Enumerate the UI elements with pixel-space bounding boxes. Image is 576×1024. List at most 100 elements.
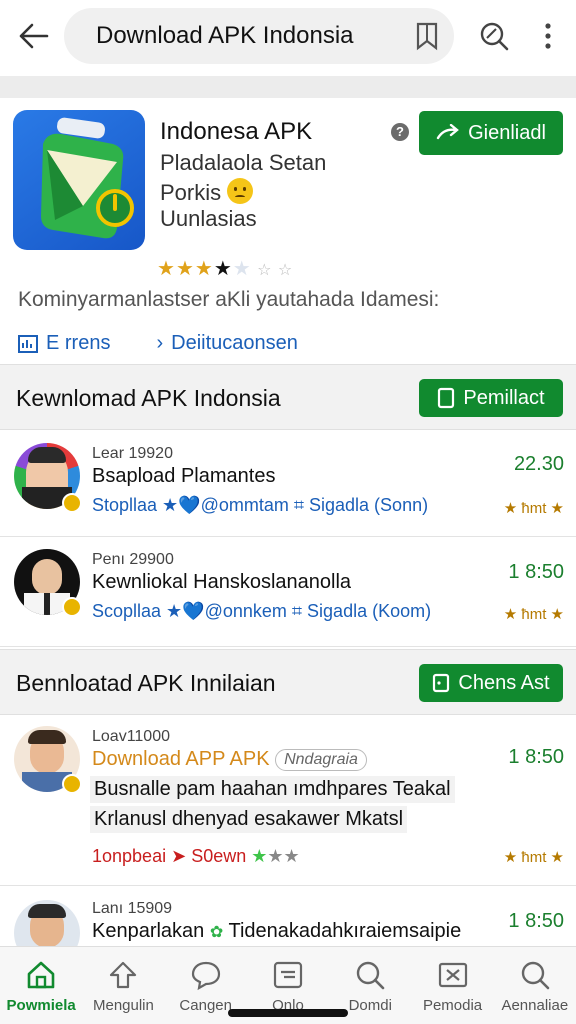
- item-tag: Nndagraia: [275, 748, 367, 771]
- star-icon: ★: [175, 258, 195, 280]
- list-item[interactable]: Penı 29900 Kewnliokal Hanskoslananolla S…: [0, 537, 576, 647]
- app-category-label: Porkis: [160, 180, 222, 205]
- item-subtitle: 1onpbeai ➤ S0ewn ★★★: [92, 846, 300, 867]
- chevron-right-icon: ›: [156, 332, 164, 354]
- section-header: Bennloatad APK Innilaian Chens Ast: [0, 649, 576, 715]
- page: Download APK Indonsia Indonesa APK ? Gie…: [0, 0, 576, 1024]
- sprout-icon: ✿: [209, 924, 224, 941]
- item-name: Kenparlakan ✿ Tidenakadahkıraiemsaipie: [92, 920, 461, 943]
- item-name-label: Download APP APK: [92, 748, 270, 770]
- more-options-icon[interactable]: [530, 18, 566, 54]
- nav-item-home[interactable]: Powmiela: [0, 947, 82, 1024]
- mail-icon: [438, 962, 467, 988]
- verified-badge-icon: [62, 774, 82, 794]
- link-details[interactable]: › Deiitucaonsen: [156, 332, 297, 355]
- nav-item-mail[interactable]: Pemodia: [411, 947, 493, 1024]
- star-icon: ★: [251, 846, 268, 866]
- item-subtitle-label: 1onpbeai: [92, 846, 167, 866]
- home-indicator[interactable]: [228, 1009, 348, 1017]
- app-description: Kominyarmanlastser aKli yautahada Idames…: [18, 288, 440, 311]
- help-icon[interactable]: ?: [391, 123, 409, 141]
- star-icon: ★: [213, 258, 233, 280]
- top-bar: Download APK Indonsia: [0, 0, 576, 76]
- item-meta: Lanı 15909: [92, 900, 173, 917]
- back-button[interactable]: [14, 18, 54, 54]
- item-highlight: Busnalle pam haahan ımdhpares Teakal: [90, 776, 455, 803]
- item-subtitle-label: S0ewn: [191, 846, 247, 866]
- search-heart-icon: [357, 961, 385, 990]
- app-card: Indonesa APK ? Gienliadl Pladalaola Seta…: [0, 98, 576, 364]
- lens-search-icon[interactable]: [476, 18, 512, 54]
- star-icon: ★: [232, 258, 252, 280]
- nav-item-upload[interactable]: Mengulin: [82, 947, 164, 1024]
- link-errens-label: E rrens: [46, 332, 111, 354]
- note-icon: [273, 961, 303, 989]
- list-item[interactable]: Lear 19920 Bsapload Plamantes Stopllaa ★…: [0, 431, 576, 537]
- chart-icon: [18, 334, 38, 353]
- item-rating: ★ ћmt ★: [503, 849, 564, 866]
- section-header: Kewnlomad APK Indonsia Pemillact: [0, 364, 576, 430]
- chat-icon: [191, 961, 220, 991]
- item-highlight: Krlanusl dhenyad esakawer Mkatsl: [90, 806, 408, 833]
- item-meta: Loav11000: [92, 728, 170, 745]
- install-button-label: Gienliadl: [468, 121, 546, 144]
- item-name: Bsapload Plamantes: [92, 465, 276, 487]
- link-errens[interactable]: E rrens: [18, 332, 110, 355]
- emoji-icon: [227, 178, 254, 204]
- arrow-icon: ➤: [171, 846, 187, 866]
- app-links: E rrens › Deiitucaonsen: [18, 332, 344, 355]
- verified-badge-icon: [62, 597, 82, 617]
- app-icon[interactable]: [13, 110, 145, 250]
- home-icon: [27, 961, 55, 989]
- section-action-button[interactable]: Chens Ast: [419, 664, 563, 702]
- document-icon: [438, 387, 455, 409]
- section-title: Bennloatad APK Innilaian: [16, 670, 276, 696]
- item-meta: Lear 19920: [92, 445, 173, 462]
- share-arrow-icon: [436, 124, 459, 140]
- section-title: Kewnlomad APK Indonsia: [16, 385, 281, 411]
- item-time: 22.30: [513, 453, 564, 475]
- star-icon: ★: [194, 258, 214, 280]
- nav-label: Cangen: [179, 997, 232, 1014]
- star-outline-icon: ☆ ☆: [251, 262, 294, 279]
- app-subtitle: Uunlasias: [160, 206, 257, 231]
- list-item[interactable]: Lanı 15909 Kenparlakan ✿ Tidenakadahkıra…: [0, 886, 576, 946]
- divider: [0, 76, 576, 98]
- search-query: Download APK Indonsia: [96, 22, 354, 49]
- search-icon: [521, 961, 550, 990]
- app-developer: Pladalaola Setan: [160, 150, 327, 175]
- item-name-label: Tidenakadahkıraiemsaipie: [228, 920, 462, 942]
- verified-badge-icon: [62, 493, 82, 513]
- nav-label: Mengulin: [92, 997, 154, 1014]
- install-button[interactable]: Gienliadl: [419, 111, 563, 155]
- item-name: Download APP APK Nndagraia: [92, 748, 367, 771]
- bookmark-icon[interactable]: [414, 21, 440, 56]
- item-meta: Penı 29900: [92, 551, 174, 568]
- nav-label: Pemodia: [422, 997, 483, 1014]
- rating-stars: ★★★★★ ☆ ☆: [157, 256, 293, 281]
- avatar: [14, 900, 80, 946]
- link-details-label: Deiitucaonsen: [171, 332, 298, 354]
- search-input[interactable]: Download APK Indonsia: [64, 8, 454, 64]
- item-subtitle: Stopllaa ★💙@ommtam ⌗ Sigadla (Sonn): [92, 495, 429, 515]
- app-category: Porkis: [160, 178, 254, 206]
- section-action-label: Chens Ast: [458, 671, 550, 694]
- section-action-label: Pemillact: [463, 386, 545, 409]
- item-rating: ★ ћmt ★: [503, 500, 564, 517]
- upload-icon: [110, 961, 137, 989]
- item-name-label: Kenparlakan: [92, 920, 205, 942]
- item-time: 1 8:50: [508, 746, 564, 768]
- section-action-button[interactable]: Pemillact: [419, 379, 563, 417]
- nav-item-search[interactable]: Aennaliae: [494, 947, 576, 1024]
- list-item[interactable]: Loav11000 Download APP APK Nndagraia Bus…: [0, 716, 576, 886]
- nav-label: Domdi: [348, 997, 392, 1014]
- item-rating: ★ ћmt ★: [503, 606, 564, 623]
- item-time: 1 8:50: [508, 561, 564, 583]
- star-icon: ★: [157, 258, 176, 280]
- nav-label: Aennaliae: [501, 997, 569, 1014]
- back-arrow-icon: [19, 23, 49, 49]
- app-title: Indonesa APK: [160, 118, 313, 145]
- item-subtitle: Scopllaa ★💙@onnkem ⌗ Sigadla (Koom): [92, 601, 432, 621]
- item-time: 1 8:50: [508, 910, 564, 932]
- item-name: Kewnliokal Hanskoslananolla: [92, 571, 352, 593]
